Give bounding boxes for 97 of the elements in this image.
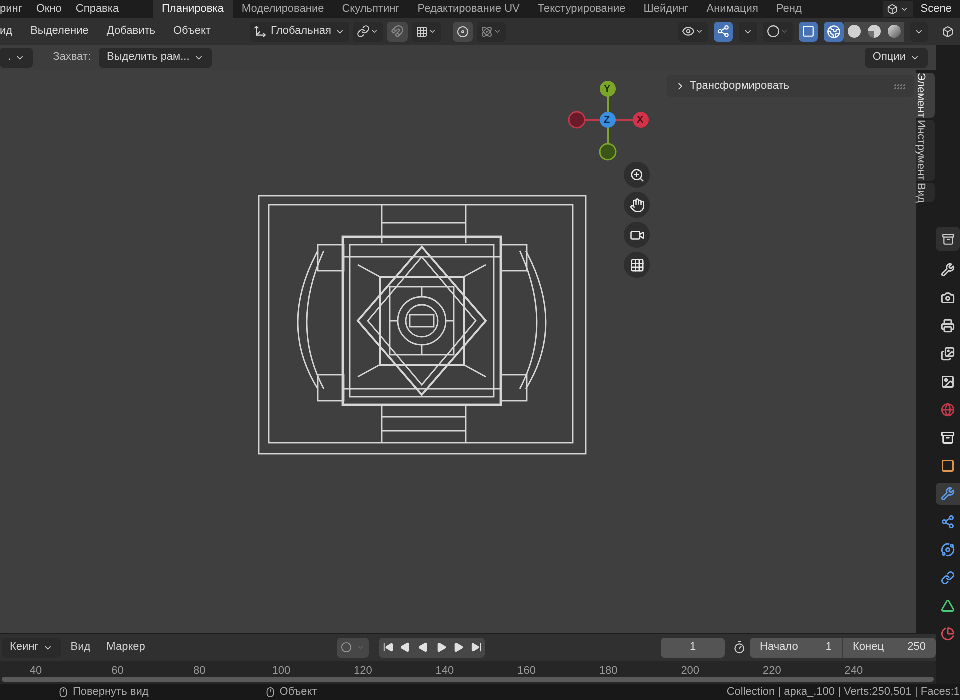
options-dropdown[interactable]: Опции bbox=[864, 48, 928, 68]
workspace-tab[interactable]: Анимация bbox=[698, 0, 768, 18]
end-value: 250 bbox=[908, 640, 926, 656]
frame-tick: 200 bbox=[680, 666, 700, 677]
record-icon bbox=[341, 642, 352, 653]
start-label: Начало bbox=[760, 640, 798, 656]
falloff-button[interactable] bbox=[477, 22, 506, 42]
timeline-scrollbar[interactable] bbox=[2, 677, 934, 682]
snap-label: Захват: bbox=[53, 50, 92, 66]
pivot-button[interactable] bbox=[353, 22, 384, 42]
orientation-dropdown[interactable]: Глобальная bbox=[250, 22, 350, 42]
y-axis-label: Y bbox=[604, 83, 611, 97]
reverse-play-icon bbox=[418, 642, 429, 653]
frame-tick: 100 bbox=[271, 666, 292, 677]
frame-range-field[interactable]: Начало 1 Конец 250 bbox=[750, 638, 936, 658]
sidebar-tab[interactable]: Вид bbox=[916, 182, 935, 202]
drag-handle-icon bbox=[894, 84, 906, 88]
menu-item[interactable]: Добавить bbox=[106, 23, 156, 40]
caret-icon bbox=[493, 27, 502, 36]
frame-tick: 220 bbox=[762, 666, 782, 677]
frame-tick: 120 bbox=[353, 666, 374, 677]
link-icon bbox=[357, 25, 370, 38]
sidebar-tab[interactable]: Элемент bbox=[916, 73, 935, 118]
caret-icon bbox=[695, 27, 704, 36]
sidebar-tab[interactable]: Инструмент bbox=[916, 120, 935, 181]
previous-icon bbox=[400, 642, 412, 653]
menu-item[interactable]: Маркер bbox=[106, 639, 146, 656]
snap-button[interactable] bbox=[387, 22, 408, 42]
frame-tick: 40 bbox=[28, 666, 44, 677]
menu-item[interactable]: Выделение bbox=[30, 23, 89, 40]
gizmo-toggle-button[interactable] bbox=[714, 22, 733, 42]
projection-button[interactable] bbox=[624, 252, 650, 278]
axes-icon bbox=[254, 25, 267, 38]
workspace-tab[interactable]: Шейдинг bbox=[634, 0, 698, 18]
keying-dropdown[interactable]: Кеинг bbox=[2, 638, 61, 658]
menu-item[interactable]: Справка bbox=[76, 0, 120, 18]
next-icon bbox=[453, 642, 464, 653]
shading-mode-button[interactable] bbox=[884, 22, 904, 42]
snap-target-button[interactable] bbox=[412, 22, 442, 42]
menu-item[interactable]: Объект bbox=[174, 23, 211, 40]
grid-icon bbox=[630, 258, 644, 272]
frame-tick: 80 bbox=[192, 666, 207, 677]
selection-mode-dropdown[interactable]: Выделить рам... bbox=[99, 48, 212, 68]
workspace-tab[interactable]: Ренд bbox=[767, 0, 811, 18]
workspace-tab[interactable]: Планировка bbox=[153, 0, 233, 18]
frame-tick: 160 bbox=[516, 666, 537, 677]
record-button[interactable] bbox=[337, 638, 370, 658]
caret-icon bbox=[428, 27, 438, 36]
frame-tick: 60 bbox=[110, 666, 125, 677]
pan-button[interactable] bbox=[624, 192, 650, 218]
end-label: Конец bbox=[853, 640, 884, 656]
skip-back-icon bbox=[382, 642, 394, 653]
visibility-button[interactable] bbox=[678, 22, 708, 42]
disc-icon bbox=[457, 26, 470, 38]
panel-title: Трансформировать bbox=[690, 78, 790, 94]
frame-tick: 140 bbox=[434, 666, 455, 677]
x-axis-label: X bbox=[637, 114, 644, 128]
z-axis-label: Z bbox=[604, 114, 610, 128]
caret-icon bbox=[356, 643, 366, 652]
mouse-icon bbox=[264, 686, 276, 698]
camera-view-button[interactable] bbox=[624, 222, 650, 248]
hand-icon bbox=[630, 198, 644, 212]
play-icon bbox=[436, 642, 447, 653]
status-hint: Объект bbox=[280, 684, 318, 700]
grid-icon bbox=[416, 26, 428, 38]
status-hint: Повернуть вид bbox=[73, 684, 149, 700]
overlays-button[interactable] bbox=[763, 22, 793, 42]
menu-item[interactable]: Вид bbox=[70, 639, 91, 656]
mouse-icon bbox=[58, 686, 69, 698]
menu-item[interactable]: ид bbox=[0, 23, 13, 40]
skip-forward-icon bbox=[470, 642, 482, 653]
transform-panel-header[interactable]: Трансформировать bbox=[667, 75, 914, 97]
menu-item[interactable]: Окно bbox=[36, 0, 62, 18]
stopwatch-icon[interactable] bbox=[732, 640, 746, 655]
eye-icon bbox=[682, 25, 695, 38]
magnet-icon bbox=[391, 25, 404, 38]
wireframe-sphere-icon bbox=[827, 24, 841, 38]
frame-tick: 240 bbox=[844, 666, 864, 677]
current-frame-field[interactable]: 1 bbox=[661, 638, 725, 658]
zoom-icon bbox=[630, 168, 644, 182]
scene-selector[interactable] bbox=[882, 1, 913, 17]
zoom-button[interactable] bbox=[624, 162, 650, 188]
frame-tick: 180 bbox=[598, 666, 619, 677]
menu-item[interactable]: ринг bbox=[0, 0, 22, 18]
workspace-tab[interactable]: Моделирование bbox=[232, 0, 334, 18]
caret-icon bbox=[370, 27, 380, 36]
start-value: 1 bbox=[826, 640, 832, 656]
workspace-tab[interactable]: Редактирование UV bbox=[408, 0, 529, 18]
scene-statistics: Collection | арка_.100 | Verts:250,501 | Faces:1 bbox=[726, 684, 960, 700]
mode-dropdown[interactable]: . bbox=[0, 48, 34, 68]
shading-mode-button[interactable] bbox=[844, 22, 864, 42]
workspace-tab[interactable]: Скульптинг bbox=[333, 0, 409, 18]
xray-button[interactable] bbox=[799, 22, 818, 42]
proportional-button[interactable] bbox=[453, 22, 474, 42]
caret-icon bbox=[780, 27, 789, 36]
shading-mode-button[interactable] bbox=[824, 22, 844, 42]
workspace-tab[interactable]: Текстурирование bbox=[528, 0, 635, 18]
